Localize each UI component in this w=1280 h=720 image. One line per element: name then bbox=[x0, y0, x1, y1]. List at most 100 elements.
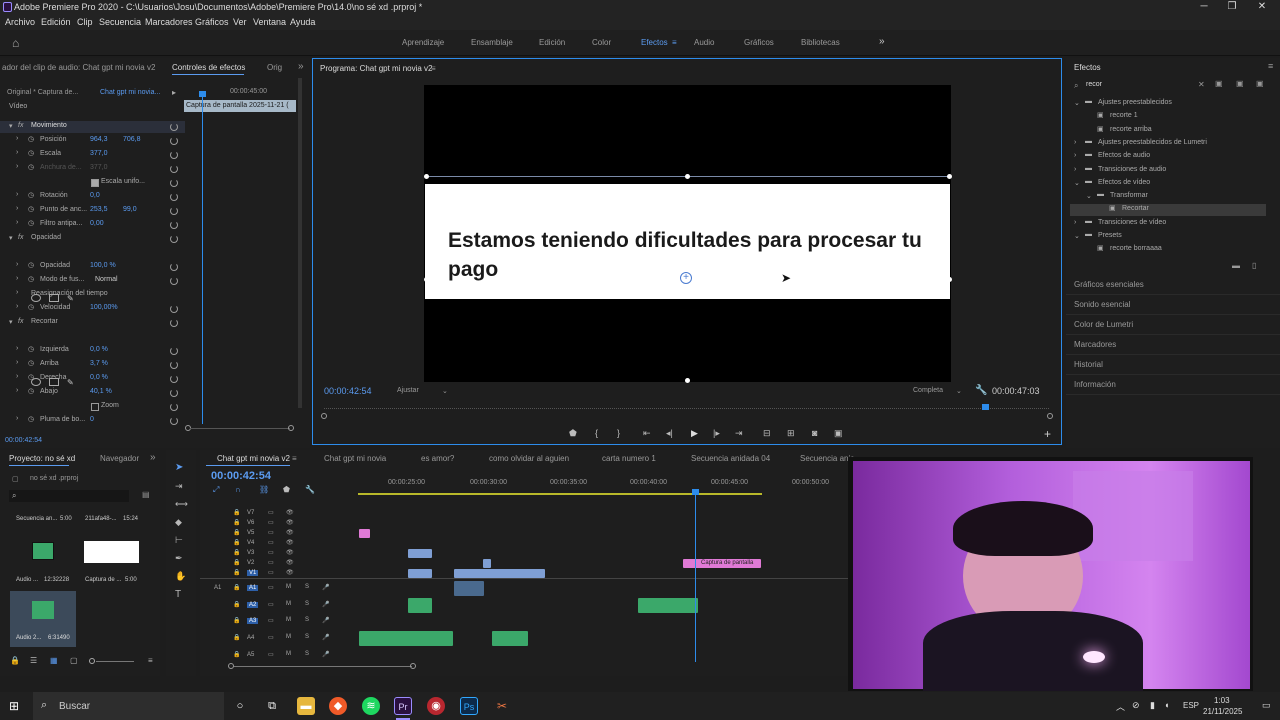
tree-disclosure-icon[interactable]: › bbox=[1074, 152, 1076, 159]
tray-app-icon[interactable]: ⊘ bbox=[1132, 700, 1140, 711]
track-lock-icon[interactable]: 🔒 bbox=[233, 519, 240, 526]
track-solo-icon[interactable]: S bbox=[305, 651, 309, 657]
reset-icon[interactable] bbox=[170, 263, 178, 271]
disclosure-icon[interactable]: › bbox=[16, 149, 18, 156]
crop-rect-mask-icon[interactable] bbox=[49, 378, 59, 386]
track-label-a4[interactable]: A4 bbox=[247, 635, 254, 641]
restore-icon[interactable]: ❐ bbox=[1216, 0, 1248, 15]
panel-informaci-n[interactable]: Información bbox=[1074, 380, 1116, 389]
track-label-a3[interactable]: A3 bbox=[247, 618, 259, 624]
menu-secuencia[interactable]: Secuencia bbox=[99, 17, 141, 27]
track-lock-icon[interactable]: 🔒 bbox=[233, 559, 240, 566]
ec-row[interactable]: fx ▾ Recortar bbox=[0, 317, 185, 329]
ec-prop-value-2[interactable]: 99,0 bbox=[123, 206, 137, 213]
fit-select[interactable]: Ajustar bbox=[397, 387, 419, 394]
go-to-out-icon[interactable]: ⇥ bbox=[735, 428, 743, 439]
timeline-tab[interactable]: Chat gpt mi novia v2 bbox=[217, 454, 290, 463]
export-frame-icon[interactable]: ◙ bbox=[812, 428, 817, 438]
disclosure-icon[interactable]: › bbox=[16, 303, 18, 310]
add-marker-icon[interactable]: ⬟ bbox=[569, 428, 577, 439]
clip-a4-b[interactable] bbox=[492, 631, 528, 646]
tab-audio-mixer[interactable]: ador del clip de audio: Chat gpt mi novi… bbox=[2, 63, 155, 72]
tl-zoom-right[interactable] bbox=[410, 663, 416, 669]
effects-tree-item[interactable]: › ▬ Transiciones de vídeo bbox=[1070, 218, 1266, 230]
tree-disclosure-icon[interactable]: ⌄ bbox=[1074, 232, 1080, 240]
crop-pen-mask-icon[interactable]: ✎ bbox=[67, 378, 77, 387]
close-icon[interactable]: ✕ bbox=[1246, 0, 1278, 15]
project-more-icon[interactable]: » bbox=[150, 452, 156, 463]
effects-menu-icon[interactable]: ≡ bbox=[1268, 61, 1273, 71]
timeline-tab[interactable]: carta numero 1 bbox=[602, 454, 656, 463]
tray-time[interactable]: 1:03 bbox=[1214, 696, 1230, 705]
new-bin-icon[interactable]: ▬ bbox=[1232, 261, 1240, 270]
ec-prop-value[interactable]: 0,00 bbox=[90, 220, 104, 227]
razor-tool-icon[interactable]: ◆ bbox=[175, 517, 182, 528]
track-solo-icon[interactable]: S bbox=[305, 601, 309, 607]
menu-ventana[interactable]: Ventana bbox=[253, 17, 286, 27]
project-tab[interactable]: Proyecto: no sé xd bbox=[9, 454, 75, 463]
ec-row[interactable]: › ◷ Arriba 3,7 % bbox=[0, 359, 185, 371]
button-editor-icon[interactable]: + bbox=[1044, 427, 1051, 441]
disclosure-icon[interactable]: › bbox=[16, 345, 18, 352]
stopwatch-icon[interactable]: ◷ bbox=[28, 359, 34, 367]
menu-archivo[interactable]: Archivo bbox=[5, 17, 35, 27]
stopwatch-icon[interactable]: ◷ bbox=[28, 149, 34, 157]
track-mute-icon[interactable]: M bbox=[286, 651, 291, 657]
ec-prop-value[interactable]: 964,3 bbox=[90, 136, 108, 143]
play-only-icon[interactable]: ▸ bbox=[172, 88, 176, 97]
ws-ensamblaje[interactable]: Ensamblaje bbox=[471, 38, 513, 47]
track-lock-icon[interactable]: 🔒 bbox=[233, 569, 240, 576]
sort-icon[interactable]: ≡ bbox=[148, 656, 153, 665]
track-label-v5[interactable]: V5 bbox=[247, 530, 254, 536]
track-lock-icon[interactable]: 🔒 bbox=[233, 509, 240, 516]
track-sync-lock-icon[interactable]: ▭ bbox=[268, 559, 274, 566]
track-eye-icon[interactable]: 👁 bbox=[286, 549, 294, 556]
thumbnail-zoom-handle[interactable] bbox=[89, 658, 95, 664]
handle-tm[interactable] bbox=[685, 174, 690, 179]
ws-graficos[interactable]: Gráficos bbox=[744, 38, 774, 47]
freeform-view-icon[interactable]: ▢ bbox=[70, 656, 78, 665]
ec-row[interactable]: › ◷ Pluma de bo... 0 bbox=[0, 415, 185, 427]
stopwatch-icon[interactable]: ◷ bbox=[28, 415, 34, 423]
ws-color[interactable]: Color bbox=[592, 38, 611, 47]
ws-menu-icon[interactable]: ≡ bbox=[672, 38, 677, 47]
track-sync-lock-icon[interactable]: ▭ bbox=[268, 509, 274, 516]
tab-effect-controls[interactable]: Controles de efectos bbox=[172, 63, 245, 72]
fit-chevron-icon[interactable]: ⌄ bbox=[442, 387, 448, 395]
track-lock-icon[interactable]: 🔒 bbox=[233, 617, 240, 624]
opacity-rect-mask-icon[interactable] bbox=[49, 294, 59, 302]
mark-in-icon[interactable]: { bbox=[595, 428, 598, 438]
ec-row[interactable]: › ◷ Modo de fus... Normal bbox=[0, 275, 185, 287]
ec-prop-value[interactable]: 377,0 bbox=[90, 164, 108, 171]
track-label-v7[interactable]: V7 bbox=[247, 510, 254, 516]
ec-row[interactable]: › ◷ Filtro antipa... 0,00 bbox=[0, 219, 185, 231]
program-zoom-left[interactable] bbox=[321, 413, 327, 419]
track-label-v1[interactable]: V1 bbox=[247, 570, 259, 576]
reset-icon[interactable] bbox=[170, 151, 178, 159]
disclosure-icon[interactable]: › bbox=[16, 191, 18, 198]
pen-tool-icon[interactable]: ✒ bbox=[175, 553, 183, 564]
snap-icon[interactable]: ∩ bbox=[235, 485, 241, 494]
effects-tree-item[interactable]: ▣ recorte borraaaa bbox=[1070, 244, 1266, 256]
track-mute-icon[interactable]: M bbox=[286, 634, 291, 640]
disclosure-icon[interactable]: › bbox=[16, 163, 18, 170]
track-eye-icon[interactable]: 👁 bbox=[286, 519, 294, 526]
track-lock-icon[interactable]: 🔒 bbox=[233, 529, 240, 536]
handle-tr[interactable] bbox=[947, 174, 952, 179]
disclosure-icon[interactable]: › bbox=[16, 205, 18, 212]
track-select-tool-icon[interactable]: ⇥ bbox=[175, 481, 183, 492]
project-search-input[interactable]: ⌕ bbox=[9, 490, 129, 502]
disclosure-icon[interactable]: › bbox=[16, 373, 18, 380]
track-mic-icon[interactable]: 🎤 bbox=[322, 651, 329, 658]
program-current-time[interactable]: 00:00:42:54 bbox=[324, 386, 372, 396]
pinned-app-icon[interactable]: ✂ bbox=[493, 697, 511, 715]
panel-marcadores[interactable]: Marcadores bbox=[1074, 340, 1116, 349]
timeline-tab-menu-icon[interactable]: ≡ bbox=[292, 454, 297, 463]
stopwatch-icon[interactable]: ◷ bbox=[28, 219, 34, 227]
tree-disclosure-icon[interactable]: ⌄ bbox=[1074, 179, 1080, 187]
settings-wrench-icon[interactable]: 🔧 bbox=[975, 385, 987, 396]
timeline-tab[interactable]: Secuencia anic bbox=[800, 454, 854, 463]
disclosure-icon[interactable]: ▾ bbox=[9, 318, 13, 326]
timeline-tab[interactable]: como olvidar al aguien bbox=[489, 454, 569, 463]
effects-tree-item[interactable]: › ▬ Ajustes preestablecidos de Lumetri bbox=[1070, 138, 1266, 150]
